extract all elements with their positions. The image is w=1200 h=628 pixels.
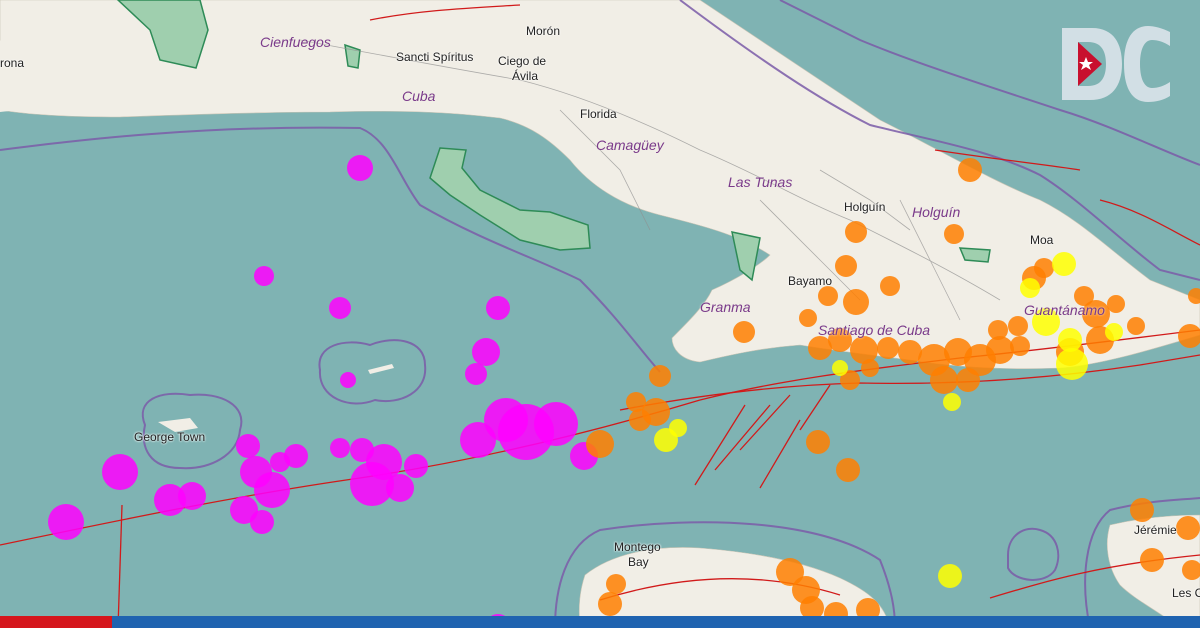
city-label-moa: Moa bbox=[1030, 233, 1054, 247]
province-label-guantanamo: Guantánamo bbox=[1024, 302, 1105, 318]
earthquake-marker-orange[interactable] bbox=[649, 365, 671, 387]
earthquake-marker-yellow[interactable] bbox=[1105, 323, 1123, 341]
earthquake-marker-yellow[interactable] bbox=[943, 393, 961, 411]
footer-bar bbox=[0, 616, 1200, 628]
earthquake-marker-orange[interactable] bbox=[629, 409, 651, 431]
earthquake-marker-yellow[interactable] bbox=[1020, 278, 1040, 298]
earthquake-marker-orange[interactable] bbox=[956, 368, 980, 392]
earthquake-marker-orange[interactable] bbox=[586, 430, 614, 458]
earthquake-marker-orange[interactable] bbox=[1176, 516, 1200, 540]
earthquake-marker-magenta[interactable] bbox=[254, 266, 274, 286]
earthquake-marker-magenta[interactable] bbox=[330, 438, 350, 458]
earthquake-marker-orange[interactable] bbox=[733, 321, 755, 343]
city-label-rona: rona bbox=[0, 56, 25, 70]
earthquake-marker-yellow[interactable] bbox=[1056, 348, 1088, 380]
earthquake-marker-orange[interactable] bbox=[1008, 316, 1028, 336]
city-label-holguin: Holguín bbox=[844, 200, 886, 214]
earthquake-marker-magenta[interactable] bbox=[486, 296, 510, 320]
city-label-george-town: George Town bbox=[134, 430, 206, 444]
dc-logo bbox=[1062, 26, 1170, 102]
seismic-map[interactable] bbox=[0, 0, 1200, 628]
earthquake-marker-orange[interactable] bbox=[986, 336, 1014, 364]
city-label-ciego-line1: Ciego de bbox=[498, 54, 547, 68]
city-label-ciego-line2: Ávila bbox=[512, 69, 539, 83]
earthquake-marker-orange[interactable] bbox=[598, 592, 622, 616]
earthquake-marker-orange[interactable] bbox=[1010, 336, 1030, 356]
province-label-holguin: Holguín bbox=[912, 204, 961, 220]
logo-letter-c bbox=[1124, 26, 1170, 102]
earthquake-marker-magenta[interactable] bbox=[329, 297, 351, 319]
earthquake-marker-orange[interactable] bbox=[799, 309, 817, 327]
earthquake-marker-magenta[interactable] bbox=[386, 474, 414, 502]
footer-blue-segment bbox=[112, 616, 1200, 628]
earthquake-marker-orange[interactable] bbox=[606, 574, 626, 594]
earthquake-marker-magenta[interactable] bbox=[347, 155, 373, 181]
province-label-cienfuegos: Cienfuegos bbox=[260, 34, 331, 50]
earthquake-marker-yellow[interactable] bbox=[938, 564, 962, 588]
earthquake-marker-yellow[interactable] bbox=[669, 419, 687, 437]
city-label-montego-line1: Montego bbox=[614, 540, 661, 554]
earthquake-marker-orange[interactable] bbox=[1127, 317, 1145, 335]
earthquake-marker-orange[interactable] bbox=[850, 336, 878, 364]
earthquake-marker-orange[interactable] bbox=[958, 158, 982, 182]
earthquake-marker-magenta[interactable] bbox=[48, 504, 84, 540]
city-label-florida: Florida bbox=[580, 107, 617, 121]
earthquake-marker-orange[interactable] bbox=[845, 221, 867, 243]
earthquake-marker-magenta[interactable] bbox=[102, 454, 138, 490]
earthquake-marker-yellow[interactable] bbox=[832, 360, 848, 376]
earthquake-marker-orange[interactable] bbox=[835, 255, 857, 277]
earthquake-marker-orange[interactable] bbox=[818, 286, 838, 306]
earthquake-marker-orange[interactable] bbox=[843, 289, 869, 315]
province-label-cuba: Cuba bbox=[402, 88, 436, 104]
earthquake-marker-orange[interactable] bbox=[1107, 295, 1125, 313]
earthquake-marker-yellow[interactable] bbox=[1052, 252, 1076, 276]
province-label-granma: Granma bbox=[700, 299, 751, 315]
earthquake-marker-orange[interactable] bbox=[836, 458, 860, 482]
earthquake-marker-magenta[interactable] bbox=[404, 454, 428, 478]
earthquake-marker-magenta[interactable] bbox=[465, 363, 487, 385]
earthquake-marker-orange[interactable] bbox=[944, 224, 964, 244]
province-label-santiago: Santiago de Cuba bbox=[818, 322, 931, 338]
earthquake-marker-orange[interactable] bbox=[1034, 258, 1054, 278]
city-label-bayamo: Bayamo bbox=[788, 274, 833, 288]
earthquake-marker-magenta[interactable] bbox=[250, 510, 274, 534]
earthquake-marker-orange[interactable] bbox=[880, 276, 900, 296]
earthquake-marker-orange[interactable] bbox=[877, 337, 899, 359]
park-east bbox=[958, 247, 991, 263]
earthquake-marker-orange[interactable] bbox=[930, 366, 958, 394]
earthquake-marker-magenta[interactable] bbox=[270, 452, 290, 472]
footer-red-segment bbox=[0, 616, 112, 628]
city-label-jeremie: Jérémie bbox=[1134, 523, 1177, 537]
earthquake-marker-magenta[interactable] bbox=[534, 402, 578, 446]
city-label-les-c: Les C bbox=[1172, 586, 1200, 600]
earthquake-marker-magenta[interactable] bbox=[254, 472, 290, 508]
earthquake-marker-magenta[interactable] bbox=[472, 338, 500, 366]
province-label-camaguey: Camagüey bbox=[596, 137, 664, 153]
city-label-montego-line2: Bay bbox=[628, 555, 649, 569]
earthquake-marker-orange[interactable] bbox=[1140, 548, 1164, 572]
earthquake-marker-orange[interactable] bbox=[806, 430, 830, 454]
earthquake-marker-magenta[interactable] bbox=[340, 372, 356, 388]
earthquake-marker-orange[interactable] bbox=[988, 320, 1008, 340]
earthquake-marker-orange[interactable] bbox=[1130, 498, 1154, 522]
city-label-moron: Morón bbox=[526, 24, 561, 38]
earthquake-marker-magenta[interactable] bbox=[236, 434, 260, 458]
earthquake-marker-magenta[interactable] bbox=[178, 482, 206, 510]
province-label-las-tunas: Las Tunas bbox=[728, 174, 793, 190]
earthquake-marker-orange[interactable] bbox=[861, 359, 879, 377]
city-label-sancti-spiritus: Sancti Spíritus bbox=[396, 50, 474, 64]
